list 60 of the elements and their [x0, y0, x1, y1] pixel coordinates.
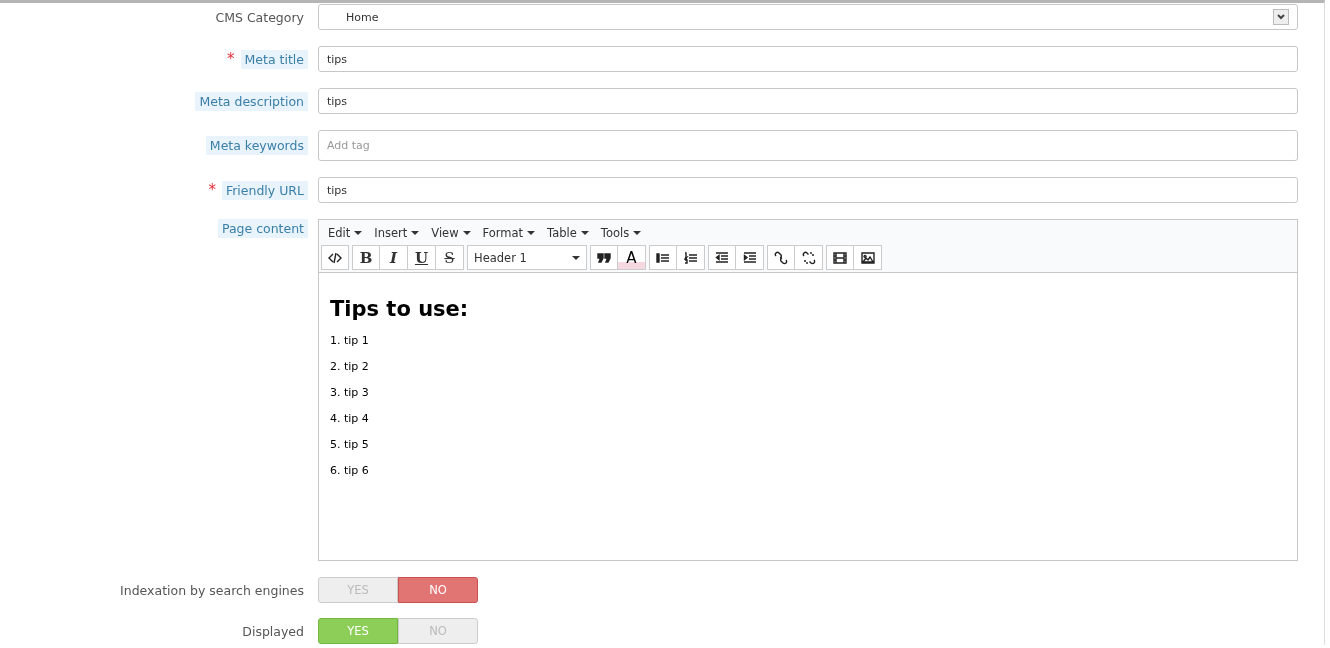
switch-label: Indexation by search engines — [119, 581, 305, 600]
film-icon — [833, 250, 847, 265]
underline-button[interactable]: U — [408, 245, 436, 270]
menu-item[interactable]: Edit — [323, 224, 368, 242]
content-line: 5. tip 5 — [330, 437, 370, 452]
required-mark: * — [208, 181, 216, 199]
numbers-icon — [683, 250, 698, 265]
content-line: 2. tip 2 — [330, 359, 370, 374]
caret-icon — [462, 231, 471, 235]
format-dropdown[interactable]: Header 1 — [467, 245, 587, 270]
bold-button[interactable]: B — [352, 245, 380, 270]
content-line: 1. tip 1 — [330, 333, 370, 348]
menu-item[interactable]: Tools — [595, 224, 647, 242]
menu-item[interactable]: View — [426, 224, 476, 242]
chevron-down-icon — [1273, 9, 1289, 25]
required-mark: * — [227, 50, 235, 68]
color-button[interactable]: A — [618, 245, 646, 270]
numbers-button[interactable] — [677, 245, 705, 270]
menu-item[interactable]: Table — [542, 224, 594, 242]
quote-icon — [597, 250, 611, 265]
bullets-button[interactable] — [649, 245, 677, 270]
code-icon — [328, 250, 342, 265]
strike-button[interactable]: S — [436, 245, 464, 270]
text-input-field[interactable]: tips — [318, 177, 1298, 203]
text-input-field[interactable]: tips — [318, 46, 1298, 72]
italic-button[interactable]: I — [380, 245, 408, 270]
link-button[interactable] — [767, 245, 795, 270]
caret-icon — [354, 231, 363, 235]
film-button[interactable] — [826, 245, 854, 270]
indent-icon — [742, 250, 757, 265]
image-button[interactable] — [854, 245, 882, 270]
content-line: 6. tip 6 — [330, 463, 370, 478]
field-label: Friendly URL — [221, 180, 308, 200]
outdent-button[interactable] — [708, 245, 736, 270]
quote-button[interactable] — [590, 245, 618, 270]
field-label: Page content — [217, 219, 308, 238]
field-label: Meta description — [195, 91, 308, 111]
caret-icon — [572, 255, 580, 260]
caret-icon — [580, 231, 589, 235]
menu-item[interactable]: Format — [477, 224, 541, 242]
indent-button[interactable] — [736, 245, 764, 270]
field-label: Meta keywords — [205, 136, 308, 155]
tag-input-field[interactable]: Add tag — [318, 130, 1298, 161]
content-line: 4. tip 4 — [330, 411, 370, 426]
content-heading: Tips to use: — [330, 297, 470, 321]
caret-icon — [527, 231, 536, 235]
caret-icon — [633, 231, 642, 235]
bullets-icon — [656, 250, 670, 265]
menu-item[interactable]: Insert — [369, 224, 425, 242]
image-icon — [860, 250, 875, 265]
outdent-icon — [715, 250, 729, 265]
unlink-button[interactable] — [795, 245, 823, 270]
field-label: Meta title — [240, 49, 308, 69]
code-button[interactable] — [321, 245, 349, 270]
category-dropdown[interactable]: Home — [318, 4, 1298, 30]
text-input-field[interactable]: tips — [318, 88, 1298, 114]
field-label: CMS Category — [214, 8, 305, 27]
switch-label: Displayed — [241, 622, 305, 641]
caret-icon — [411, 231, 420, 235]
content-line: 3. tip 3 — [330, 385, 370, 400]
